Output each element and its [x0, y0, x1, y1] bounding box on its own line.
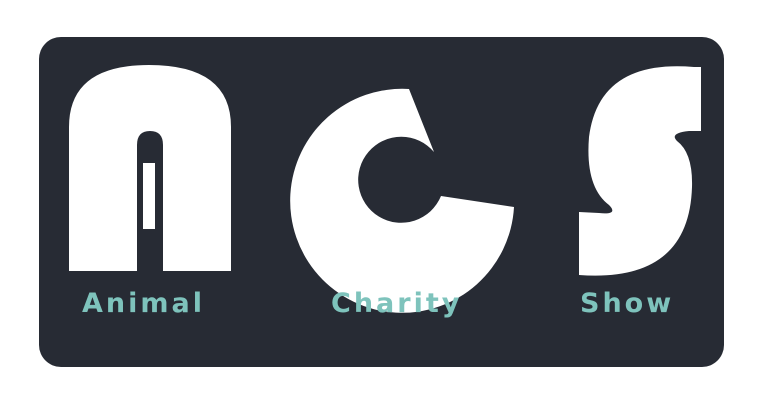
letter-a-notch: [143, 163, 155, 229]
caption-show: Show: [580, 288, 675, 319]
caption-charity: Charity: [331, 288, 463, 319]
caption-animal: Animal: [82, 288, 205, 319]
